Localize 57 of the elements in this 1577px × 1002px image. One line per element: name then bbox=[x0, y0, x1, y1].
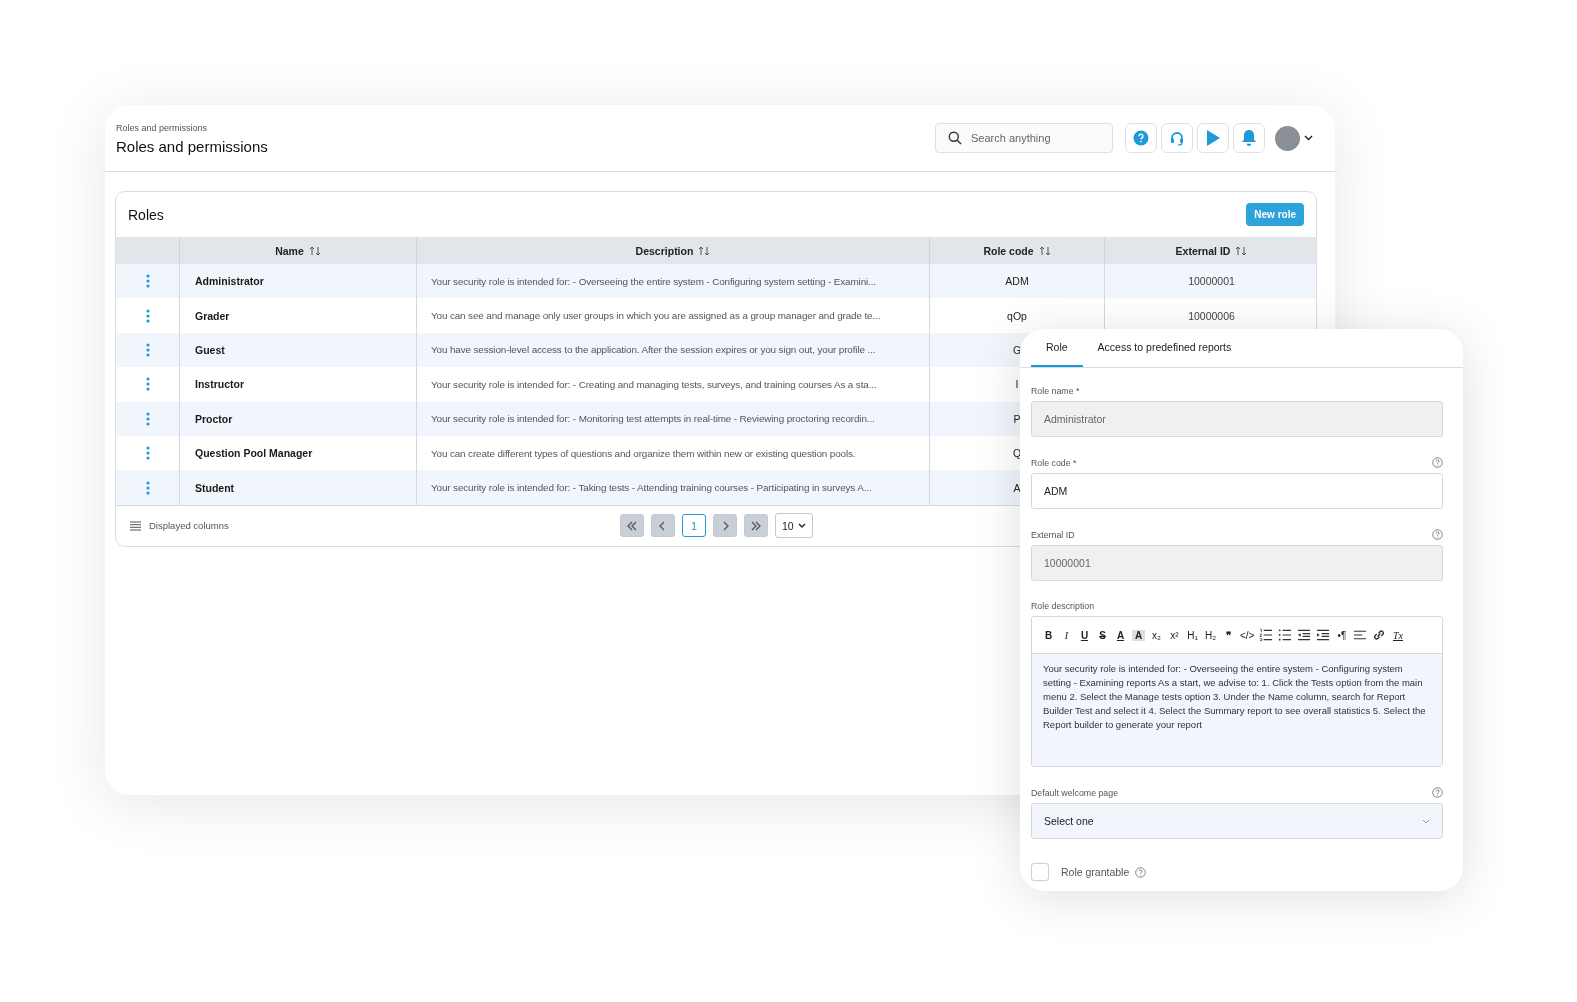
column-header[interactable]: Role code bbox=[983, 244, 1034, 257]
search-field[interactable]: Search anything bbox=[935, 123, 1113, 153]
field-label: Role description bbox=[1031, 601, 1095, 611]
displayed-columns-button[interactable]: Displayed columns bbox=[130, 520, 229, 532]
role-name: Question Pool Manager bbox=[195, 447, 313, 460]
role-code: P bbox=[1013, 412, 1021, 425]
format-button[interactable]: •¶ bbox=[1335, 629, 1349, 641]
role-code: ADM bbox=[1005, 275, 1029, 288]
role-description: Your security role is intended for: - Overseeing the entire system - Configuring system setting - Examini... bbox=[431, 275, 876, 287]
format-button[interactable]: U bbox=[1078, 629, 1091, 641]
format-button[interactable]: ❞ bbox=[1222, 629, 1235, 641]
role-description: Your security role is intended for: - Taking tests - Attending training courses - Participating in surveys A... bbox=[431, 482, 872, 494]
breadcrumb[interactable]: Roles and permissions bbox=[116, 123, 935, 133]
field-label: External ID bbox=[1031, 529, 1075, 540]
role-code: A bbox=[1013, 481, 1021, 494]
external-id: 10000001 bbox=[1188, 275, 1235, 288]
card-title: Roles bbox=[128, 206, 164, 223]
role-name: Instructor bbox=[195, 378, 244, 391]
field-label: Role name * bbox=[1031, 386, 1080, 396]
role-name: Proctor bbox=[195, 412, 233, 425]
external-id: 10000006 bbox=[1188, 309, 1235, 322]
column-header[interactable]: External ID bbox=[1175, 244, 1231, 257]
text-field[interactable]: ADM bbox=[1031, 473, 1443, 509]
format-button[interactable]: x₂ bbox=[1150, 629, 1163, 641]
page-size-select[interactable]: 10 bbox=[775, 513, 813, 539]
role-name: Grader bbox=[195, 309, 230, 322]
description-text[interactable]: Your security role is intended for: - Overseeing the entire system - Configuring system setting - Examining reports As a start, we advise to: 1. Click the Tests option from the main menu 2. Select the Manage tests option 3. Under the Name column, search for Report Builder Test and select it 4. Select the Summary report to see overall statistics 5. Select the Report builder to generate your report bbox=[1032, 654, 1442, 766]
welcome-page-select[interactable]: Select one bbox=[1031, 803, 1443, 839]
role-description: You can create different types of questions and organize them within new or existing question pools. bbox=[431, 447, 856, 459]
role-name: Administrator bbox=[195, 275, 264, 288]
format-button[interactable]: S bbox=[1096, 629, 1109, 641]
role-description: You have session-level access to the application. After the session expires or you sign out, your profile ... bbox=[431, 344, 876, 356]
column-header[interactable]: Name bbox=[275, 244, 304, 257]
role-code: G bbox=[1012, 343, 1022, 356]
field-label: Role code * bbox=[1031, 457, 1077, 468]
column-header[interactable]: Description bbox=[635, 244, 694, 257]
field-label: Default welcome page bbox=[1031, 787, 1119, 798]
page-title: Roles and permissions bbox=[116, 138, 269, 155]
role-code: qOp bbox=[1007, 309, 1027, 322]
checkbox-label: Role grantable bbox=[1061, 866, 1130, 878]
format-button[interactable]: I bbox=[1060, 629, 1073, 641]
format-button[interactable]: H₂ bbox=[1204, 629, 1217, 641]
role-description: Your security role is intended for: - Monitoring test attempts in real-time - Reviewing proctoring recordin... bbox=[431, 413, 875, 425]
role-description: Your security role is intended for: - Creating and managing tests, surveys, and training courses As a sta... bbox=[431, 378, 877, 390]
role-description: You can see and manage only user groups in which you are assigned as a group manager and grade te... bbox=[431, 310, 881, 322]
format-button[interactable]: H₁ bbox=[1186, 629, 1199, 641]
format-button[interactable]: </> bbox=[1240, 629, 1255, 641]
format-button[interactable]: x² bbox=[1168, 629, 1181, 641]
tab[interactable]: Role bbox=[1031, 329, 1083, 367]
format-button[interactable]: Tx bbox=[1391, 629, 1405, 641]
role-name: Student bbox=[195, 481, 235, 494]
tab[interactable]: Access to predefined reports bbox=[1082, 329, 1247, 367]
format-button[interactable]: A bbox=[1114, 629, 1127, 641]
format-button[interactable]: A bbox=[1132, 629, 1145, 641]
role-name: Guest bbox=[195, 343, 225, 356]
role-code: I bbox=[1015, 378, 1019, 391]
format-button[interactable]: B bbox=[1042, 629, 1055, 641]
